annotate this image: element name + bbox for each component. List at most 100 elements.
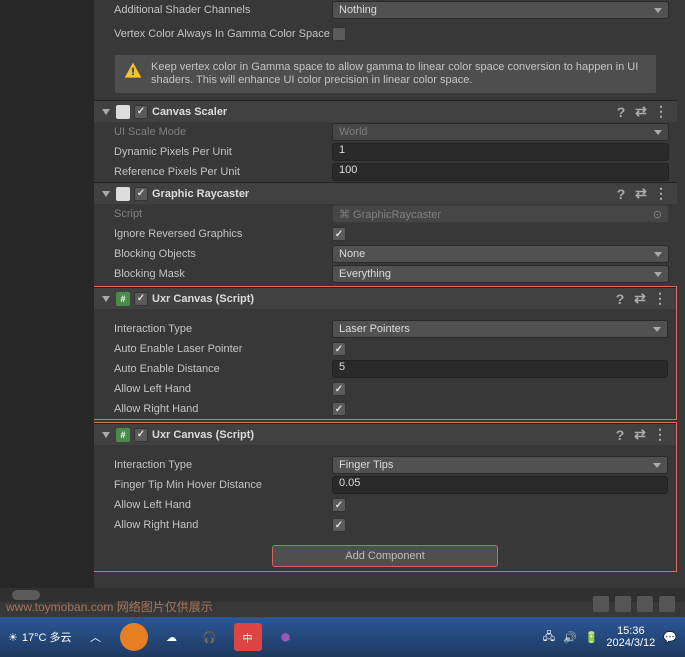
- status-icon[interactable]: [659, 596, 675, 612]
- dynamic-pixels-input[interactable]: 1: [332, 143, 669, 161]
- ignore-reversed-checkbox[interactable]: [332, 227, 346, 241]
- reference-pixels-row: Reference Pixels Per Unit 100: [94, 162, 677, 182]
- graphic-raycaster-header[interactable]: ⊡ Graphic Raycaster ? ⇄ ⋮: [94, 182, 677, 204]
- status-icon[interactable]: [615, 596, 631, 612]
- left-gutter: [0, 0, 94, 602]
- taskbar-clock[interactable]: 15:36 2024/3/12: [606, 625, 655, 649]
- allow-left-hand-label: Allow Left Hand: [114, 383, 332, 395]
- auto-enable-laser-checkbox[interactable]: [332, 342, 346, 356]
- uxr-canvas-2-enable-checkbox[interactable]: [134, 428, 148, 442]
- ui-scale-mode-row: UI Scale Mode World: [94, 122, 677, 142]
- ui-scale-mode-dropdown: World: [332, 123, 669, 141]
- vertex-color-gamma-label: Vertex Color Always In Gamma Color Space: [114, 28, 332, 40]
- uxr-canvas-1-title: Uxr Canvas (Script): [152, 293, 608, 305]
- help-button[interactable]: ?: [612, 427, 628, 443]
- script-label: Script: [114, 208, 332, 220]
- auto-enable-distance-input[interactable]: 5: [332, 360, 668, 378]
- preset-button[interactable]: ⇄: [633, 186, 649, 202]
- foldout-icon[interactable]: [102, 109, 110, 115]
- status-icon[interactable]: [637, 596, 653, 612]
- help-button[interactable]: ?: [613, 104, 629, 120]
- reference-pixels-input[interactable]: 100: [332, 163, 669, 181]
- additional-shader-channels-dropdown[interactable]: Nothing: [332, 1, 669, 19]
- preset-button[interactable]: ⇄: [633, 104, 649, 120]
- allow-left-hand-label: Allow Left Hand: [114, 499, 332, 511]
- ignore-reversed-label: Ignore Reversed Graphics: [114, 228, 332, 240]
- uxr-canvas-2-highlight: # Uxr Canvas (Script) ? ⇄ ⋮ Interaction …: [94, 422, 677, 572]
- editor-status-icons: [593, 596, 675, 612]
- windows-taskbar[interactable]: ☀17°C 多云 ︿ ☁ 🎧 中 ⬢ 🖧 🔊 🔋 15:36 2024/3/12…: [0, 617, 685, 657]
- menu-button[interactable]: ⋮: [653, 186, 669, 202]
- additional-shader-channels-label: Additional Shader Channels: [114, 4, 332, 16]
- auto-enable-distance-row: Auto Enable Distance 5: [94, 359, 676, 379]
- volume-icon[interactable]: 🔊: [563, 631, 577, 644]
- allow-right-hand-checkbox[interactable]: [332, 402, 346, 416]
- inspector-panel: Additional Shader Channels Nothing Verte…: [94, 0, 677, 602]
- script-field: ⌘ GraphicRaycaster⊙: [332, 205, 669, 223]
- object-picker-icon[interactable]: ⊙: [653, 208, 662, 221]
- gamma-warning-box: Keep vertex color in Gamma space to allo…: [114, 54, 657, 94]
- blocking-mask-dropdown[interactable]: Everything: [332, 265, 669, 283]
- battery-icon[interactable]: 🔋: [585, 631, 599, 644]
- uxr-canvas-1-enable-checkbox[interactable]: [134, 292, 148, 306]
- foldout-icon[interactable]: [102, 191, 110, 197]
- foldout-icon[interactable]: [102, 432, 110, 438]
- menu-button[interactable]: ⋮: [653, 104, 669, 120]
- graphic-raycaster-enable-checkbox[interactable]: [134, 187, 148, 201]
- blocking-mask-row: Blocking Mask Everything: [94, 264, 677, 284]
- interaction-type-dropdown[interactable]: Finger Tips: [332, 456, 668, 474]
- status-icon[interactable]: [593, 596, 609, 612]
- gamma-warning-text: Keep vertex color in Gamma space to allo…: [151, 61, 648, 87]
- taskbar-app-icon[interactable]: ⬢: [272, 623, 300, 651]
- taskbar-chevron-icon[interactable]: ︿: [82, 623, 110, 651]
- add-component-button[interactable]: Add Component: [272, 545, 498, 567]
- preset-button[interactable]: ⇄: [632, 291, 648, 307]
- blocking-mask-label: Blocking Mask: [114, 268, 332, 280]
- notifications-icon[interactable]: 💬: [663, 631, 677, 644]
- taskbar-ime-icon[interactable]: 中: [234, 623, 262, 651]
- taskbar-app-icon[interactable]: [120, 623, 148, 651]
- network-icon[interactable]: 🖧: [543, 628, 555, 647]
- graphic-raycaster-icon: ⊡: [116, 187, 130, 201]
- script-icon: #: [116, 292, 130, 306]
- uxr-canvas-2-title: Uxr Canvas (Script): [152, 429, 608, 441]
- help-button[interactable]: ?: [613, 186, 629, 202]
- ignore-reversed-row: Ignore Reversed Graphics: [94, 224, 677, 244]
- taskbar-app-icon[interactable]: ☁: [158, 623, 186, 651]
- uxr-canvas-2-header[interactable]: # Uxr Canvas (Script) ? ⇄ ⋮: [94, 423, 676, 445]
- reference-pixels-label: Reference Pixels Per Unit: [114, 166, 332, 178]
- weather-widget[interactable]: ☀17°C 多云: [8, 629, 72, 645]
- canvas-scaler-enable-checkbox[interactable]: [134, 105, 148, 119]
- menu-button[interactable]: ⋮: [652, 291, 668, 307]
- allow-right-hand-checkbox[interactable]: [332, 518, 346, 532]
- blocking-objects-label: Blocking Objects: [114, 248, 332, 260]
- uxr-canvas-1-highlight: # Uxr Canvas (Script) ? ⇄ ⋮ Interaction …: [94, 286, 677, 420]
- script-row: Script ⌘ GraphicRaycaster⊙: [94, 204, 677, 224]
- interaction-type-label: Interaction Type: [114, 323, 332, 335]
- canvas-scaler-title: Canvas Scaler: [152, 106, 609, 118]
- allow-right-hand-row: Allow Right Hand: [94, 399, 676, 419]
- warning-icon: [123, 61, 143, 81]
- system-tray[interactable]: 🖧 🔊 🔋 15:36 2024/3/12 💬: [543, 625, 677, 649]
- canvas-scaler-header[interactable]: Canvas Scaler ? ⇄ ⋮: [94, 100, 677, 122]
- finger-tip-distance-label: Finger Tip Min Hover Distance: [114, 479, 332, 491]
- allow-left-hand-checkbox[interactable]: [332, 382, 346, 396]
- auto-enable-distance-label: Auto Enable Distance: [114, 363, 332, 375]
- preset-button[interactable]: ⇄: [632, 427, 648, 443]
- taskbar-app-icon[interactable]: 🎧: [196, 623, 224, 651]
- auto-enable-laser-row: Auto Enable Laser Pointer: [94, 339, 676, 359]
- help-button[interactable]: ?: [612, 291, 628, 307]
- menu-button[interactable]: ⋮: [652, 427, 668, 443]
- dynamic-pixels-row: Dynamic Pixels Per Unit 1: [94, 142, 677, 162]
- vertex-color-gamma-checkbox[interactable]: [332, 27, 346, 41]
- interaction-type-dropdown[interactable]: Laser Pointers: [332, 320, 668, 338]
- blocking-objects-dropdown[interactable]: None: [332, 245, 669, 263]
- foldout-icon[interactable]: [102, 296, 110, 302]
- allow-left-hand-checkbox[interactable]: [332, 498, 346, 512]
- script-icon: #: [116, 428, 130, 442]
- allow-left-hand-row: Allow Left Hand: [94, 379, 676, 399]
- allow-right-hand-label: Allow Right Hand: [114, 519, 332, 531]
- finger-tip-distance-input[interactable]: 0.05: [332, 476, 668, 494]
- watermark-text: www.toymoban.com 网络图片仅供展示: [6, 598, 213, 615]
- uxr-canvas-1-header[interactable]: # Uxr Canvas (Script) ? ⇄ ⋮: [94, 287, 676, 309]
